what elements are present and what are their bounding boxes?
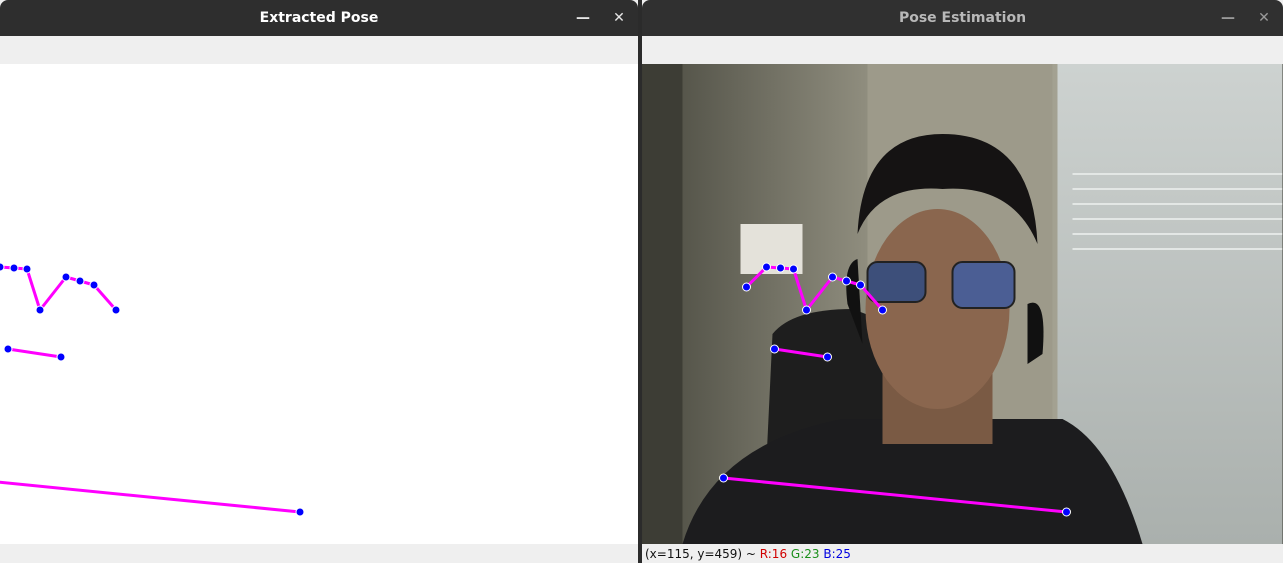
glasses-right-lens (951, 261, 1016, 309)
face-keypoint (75, 276, 85, 286)
face-keypoint (742, 282, 751, 292)
left-wall-shadow (642, 64, 683, 544)
pixel-blue: B:25 (823, 546, 851, 561)
extracted-skeleton (0, 262, 305, 517)
pixel-red: R:16 (759, 546, 788, 561)
titlebar[interactable]: Pose Estimation — ✕ (642, 0, 1283, 36)
face-keypoint (776, 263, 785, 273)
face-limb (25, 268, 42, 311)
glasses-left-lens (866, 261, 927, 303)
face-keypoint (856, 280, 865, 290)
minimize-icon[interactable]: — (1217, 7, 1239, 29)
window-controls: — ✕ (1217, 0, 1275, 36)
shoulders-keypoint (295, 507, 305, 517)
camera-feed[interactable] (642, 64, 1283, 544)
shoulders-keypoint (1062, 507, 1071, 517)
status-bar (0, 544, 638, 563)
shoulders-keypoint (719, 473, 728, 483)
minimize-icon[interactable]: — (572, 7, 594, 29)
face-keypoint (9, 263, 19, 273)
face-keypoint (762, 262, 771, 272)
face-keypoint (89, 280, 99, 290)
face-limb (92, 284, 118, 311)
window-title: Extracted Pose (259, 10, 379, 26)
toolbar (0, 36, 638, 64)
pixel-green: G:23 (790, 546, 820, 561)
pose-skeleton (0, 262, 305, 517)
face-keypoint (842, 276, 851, 286)
status-bar: (x=115, y=459) ~ R:16 G:23 B:25 (642, 544, 1283, 563)
titlebar[interactable]: Extracted Pose — ✕ (0, 0, 638, 36)
face-keypoint (111, 305, 121, 315)
face-keypoint (878, 305, 887, 315)
face-keypoint (0, 262, 5, 272)
pose-estimation-window: Pose Estimation — ✕ (x=115, y=459) ~ R:1… (642, 0, 1283, 563)
face-keypoint (61, 272, 71, 282)
close-icon[interactable]: ✕ (1253, 7, 1275, 29)
camera-frame (642, 64, 1283, 544)
shoulders-limb (0, 480, 301, 514)
mouth-limb (7, 347, 62, 359)
pose-canvas[interactable] (0, 64, 638, 544)
face-keypoint (35, 305, 45, 315)
headphone-right (1027, 302, 1044, 364)
window-controls: — ✕ (572, 0, 630, 36)
face-limb (38, 276, 68, 311)
face-keypoint (828, 272, 837, 282)
mouth-keypoint (3, 344, 13, 354)
face-keypoint (802, 305, 811, 315)
extracted-pose-window: Extracted Pose — ✕ (0, 0, 638, 563)
window-title: Pose Estimation (898, 10, 1027, 26)
face-keypoint (22, 264, 32, 274)
face-keypoint (789, 264, 798, 274)
toolbar (642, 36, 1283, 64)
mouth-keypoint (823, 352, 832, 362)
cursor-coords: (x=115, y=459) ~ (645, 546, 760, 561)
close-icon[interactable]: ✕ (608, 7, 630, 29)
mouth-keypoint (770, 344, 779, 354)
mouth-keypoint (56, 352, 66, 362)
